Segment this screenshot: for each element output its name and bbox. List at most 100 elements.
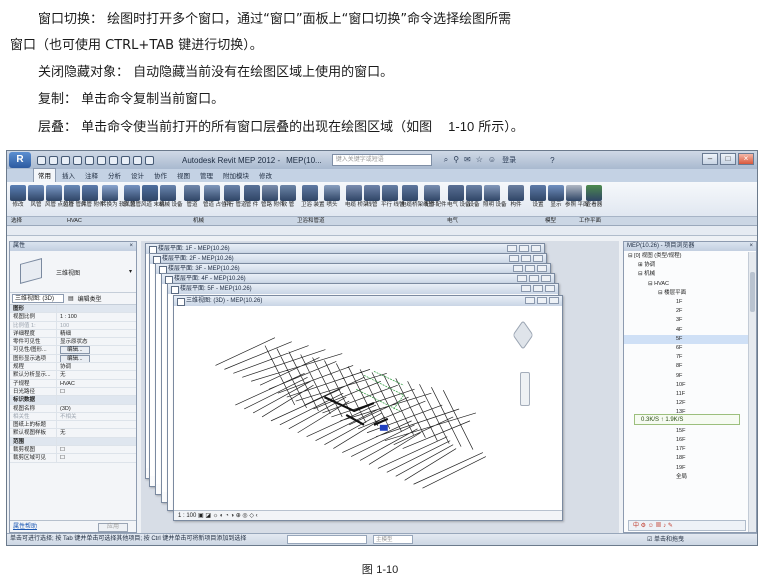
ribbon-button[interactable]: 风道 末端 xyxy=(141,185,165,209)
tab-1[interactable]: 插入 xyxy=(58,169,79,182)
tree-node[interactable]: 5F xyxy=(624,334,748,345)
view-title-bar[interactable]: 三维视图: (3D) - MEP(10.26) xyxy=(174,296,562,306)
scrollbar-thumb[interactable] xyxy=(750,272,755,312)
tree-node[interactable]: ⊟ 楼层平面 xyxy=(624,289,748,298)
tree-node[interactable]: 7F xyxy=(624,353,748,362)
ribbon-button[interactable]: 线管 xyxy=(363,185,381,209)
minimize-icon[interactable] xyxy=(525,297,535,304)
property-row[interactable]: 图纸上的标题 xyxy=(10,421,136,430)
ribbon-button[interactable]: 修改 xyxy=(9,185,27,209)
property-value[interactable]: 显示原状态 xyxy=(56,338,136,346)
tree-node[interactable]: 16F xyxy=(624,436,748,445)
ribbon-button[interactable]: 转换为 软风管 xyxy=(101,185,136,209)
ribbon-button[interactable]: 电缆桥架 配件 xyxy=(401,185,436,209)
close-icon[interactable]: × xyxy=(129,242,133,251)
close-icon[interactable] xyxy=(549,297,559,304)
open-icon[interactable] xyxy=(37,155,46,165)
property-value[interactable]: 编辑... xyxy=(56,354,136,363)
property-row[interactable]: 裁剪视图 ☐ xyxy=(10,446,136,455)
ribbon-panel-label[interactable]: 卫浴和管道 xyxy=(297,217,325,226)
tree-node[interactable]: ⊟ HVAC xyxy=(624,280,748,289)
type-selector[interactable]: 三维视图 ▾ xyxy=(10,251,136,293)
tree-node[interactable]: ⊟ [0] 视图 (类型/规程) xyxy=(624,252,748,261)
ribbon-button[interactable]: 电气 设备 xyxy=(447,185,471,209)
property-value[interactable]: HVAC xyxy=(56,379,136,387)
property-row[interactable]: 详细程度 精细 xyxy=(10,329,136,339)
property-value[interactable]: 协调 xyxy=(56,363,136,371)
edit-button[interactable]: 编辑... xyxy=(60,346,90,354)
ribbon-button[interactable]: 风管 xyxy=(27,185,45,209)
property-value[interactable]: ☐ xyxy=(56,387,136,396)
maximize-icon[interactable] xyxy=(521,255,531,262)
tab-3[interactable]: 分析 xyxy=(104,169,125,182)
maximize-icon[interactable] xyxy=(537,297,547,304)
tab-6[interactable]: 视图 xyxy=(173,169,194,182)
ribbon-button[interactable]: 软 管 xyxy=(279,185,297,209)
apply-button[interactable]: 应用 xyxy=(97,523,128,532)
design-option-select[interactable]: 主模型 xyxy=(373,535,413,544)
tree-node[interactable]: ⊟ 机械 xyxy=(624,270,748,279)
maximize-icon[interactable] xyxy=(533,285,543,292)
minimize-icon[interactable] xyxy=(521,285,531,292)
drag-select-toggle[interactable]: ☑ 单击和拖曳 xyxy=(647,535,684,545)
property-value[interactable]: 精细 xyxy=(56,329,136,338)
ribbon-panel-label[interactable]: 机械 xyxy=(193,217,204,226)
tree-node[interactable]: 19F xyxy=(624,464,748,473)
tree-node[interactable]: 1F xyxy=(624,298,748,307)
minimize-icon[interactable] xyxy=(507,245,517,252)
communication-icon[interactable]: ✉ xyxy=(464,155,471,165)
tree-node[interactable]: 10F xyxy=(624,381,748,390)
property-row[interactable]: 视图名称 (3D) xyxy=(10,404,136,413)
property-value[interactable]: 100 xyxy=(56,321,136,329)
save-icon[interactable] xyxy=(49,155,58,165)
close-icon[interactable] xyxy=(531,245,541,252)
ribbon-button[interactable]: 设置 xyxy=(529,185,547,209)
ribbon-button[interactable]: 构件 xyxy=(507,185,525,209)
property-row[interactable]: 可见性/图形... 编辑... xyxy=(10,346,136,355)
maximize-icon[interactable]: □ xyxy=(720,153,736,165)
view-scale[interactable]: 1 : 100 xyxy=(178,513,196,519)
text-icon[interactable] xyxy=(97,155,106,165)
ribbon-button[interactable]: 机械 设备 xyxy=(159,185,183,209)
ribbon-button[interactable]: 查看器 xyxy=(585,185,603,209)
tree-node[interactable]: 2F xyxy=(624,307,748,316)
view-select[interactable]: 三维视图: (3D) xyxy=(12,294,64,303)
ribbon-button[interactable]: 参照 平面 xyxy=(565,185,589,209)
property-row[interactable]: 子规程 HVAC xyxy=(10,379,136,388)
ribbon-panel-label[interactable]: HVAC xyxy=(67,217,82,226)
tree-node[interactable]: 17F xyxy=(624,445,748,454)
browser-scrollbar[interactable] xyxy=(748,252,756,532)
workset-select[interactable] xyxy=(287,535,367,544)
tree-node[interactable]: 12F xyxy=(624,399,748,408)
3d-view-icon[interactable] xyxy=(109,155,118,165)
switch-windows-icon[interactable] xyxy=(145,155,154,165)
tree-node[interactable]: 3F xyxy=(624,316,748,325)
maximize-icon[interactable] xyxy=(529,275,539,282)
ribbon-button[interactable]: 软 风管 xyxy=(123,185,141,209)
property-value[interactable]: 无 xyxy=(56,371,136,379)
property-value[interactable] xyxy=(56,421,136,429)
property-row[interactable]: 默认视图样板 无 xyxy=(10,429,136,438)
view-title-bar[interactable]: 楼层平面: 5F - MEP(10.26) xyxy=(168,284,558,294)
chevron-down-icon[interactable]: ▾ xyxy=(129,268,132,275)
property-row[interactable]: 视图比例 1 : 100 xyxy=(10,313,136,322)
ribbon-button[interactable]: 显示 xyxy=(547,185,565,209)
view-window[interactable]: 三维视图: (3D) - MEP(10.26) 1 : 100 ▣ ◪ ☼ ◐ ◔… xyxy=(173,295,563,521)
ribbon-button[interactable]: 喷头 xyxy=(323,185,341,209)
section-icon[interactable] xyxy=(121,155,130,165)
tree-node[interactable]: 15F xyxy=(624,427,748,436)
search-input[interactable]: 键入关键字或短语 xyxy=(331,154,432,166)
close-icon[interactable]: × xyxy=(738,153,754,165)
ribbon-panel-label[interactable]: 选择 xyxy=(11,217,22,226)
close-icon[interactable] xyxy=(541,275,551,282)
application-menu-button[interactable]: R xyxy=(9,152,31,168)
close-icon[interactable] xyxy=(533,255,543,262)
ribbon-button[interactable]: 平行 线管 xyxy=(381,185,405,209)
close-hidden-icon[interactable] xyxy=(133,155,142,165)
tab-5[interactable]: 协作 xyxy=(150,169,171,182)
view-control-icons[interactable]: ▣ ◪ ☼ ◐ ◔ ◑ ⊕ ◎ ◇ ‹ xyxy=(196,513,258,519)
view-canvas[interactable] xyxy=(174,306,562,510)
tree-node[interactable]: 6F xyxy=(624,344,748,353)
close-icon[interactable] xyxy=(545,285,555,292)
close-icon[interactable]: × xyxy=(749,242,753,251)
